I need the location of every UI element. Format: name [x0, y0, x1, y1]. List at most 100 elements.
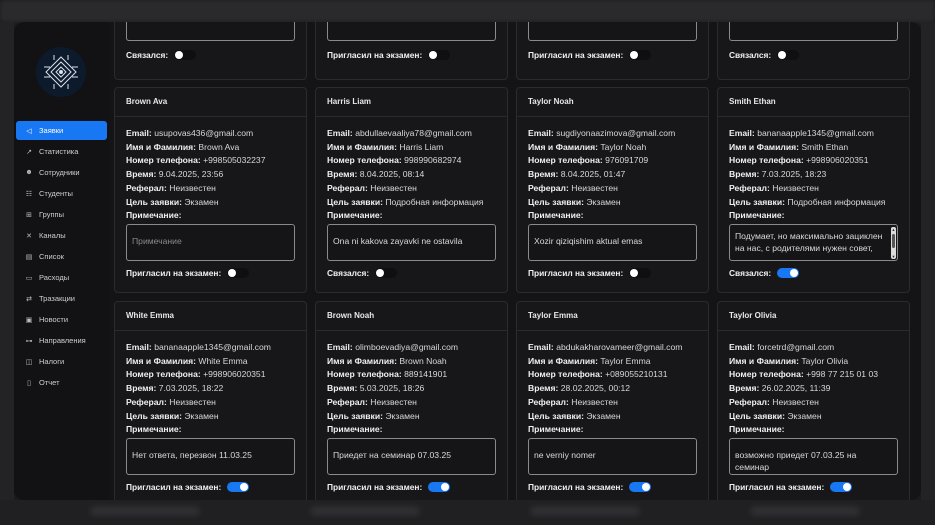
field-email: Email: abdukakharovameer@gmail.com [528, 341, 700, 355]
field-label: Номер телефона: [327, 155, 402, 166]
card-fields: Email: forcetrd@gmail.com Имя и Фамилия: … [729, 341, 901, 437]
field-time: Время: 5.03.2025, 18:26 [327, 382, 499, 396]
toggle-switch[interactable] [629, 50, 652, 60]
field-value: +998906020351 [203, 369, 266, 380]
field-value: Неизвестен [370, 396, 417, 407]
field-label: Номер телефона: [729, 369, 804, 380]
sidebar-item-users[interactable]: ☻ Сотрудники [16, 163, 107, 182]
note-textarea[interactable] [126, 22, 295, 41]
field-label: Время: [126, 383, 157, 394]
backdrop-left [0, 22, 14, 500]
sidebar-item-label: Студенты [39, 189, 73, 198]
requests-grid: Связался: Пригласил на экзамен: Пригласил … [114, 22, 921, 500]
sidebar-item-channels[interactable]: ✕ Каналы [16, 226, 107, 245]
note-heading: Примечание: [327, 209, 499, 223]
field-label: Email: [327, 128, 353, 138]
toggle-label: Связался: [729, 268, 772, 278]
field-referral: Реферал: Неизвестен [327, 396, 499, 410]
field-value: Brown Ava [198, 141, 240, 152]
field-email: Email: bananaapple1345@gmail.com [729, 127, 901, 141]
note-textarea[interactable]: Ona ni kakova zayavki ne ostavila [327, 224, 496, 261]
note-textarea[interactable]: Примечание [126, 224, 295, 261]
field-label: Цель заявки: [126, 410, 182, 421]
field-value: Экзамен [787, 410, 822, 421]
toggle-row: Пригласил на экзамен: [528, 268, 652, 278]
field-phone: Номер телефона: +998906020351 [729, 154, 901, 168]
sidebar-item-report[interactable]: ▯ Отчет [16, 373, 107, 392]
sidebar-item-groups[interactable]: ⊞ Группы [16, 205, 107, 224]
field-label: Номер телефона: [126, 369, 201, 380]
note-textarea[interactable]: возможно приедет 07.03.25 на семинар [729, 438, 898, 475]
field-label: Цель заявки: [729, 410, 785, 421]
toggle-switch[interactable] [830, 482, 853, 492]
field-label: Имя и Фамилия: [126, 141, 196, 152]
sidebar-item-directions[interactable]: ⊶ Направления [16, 331, 107, 350]
note-heading: Примечание: [126, 209, 298, 223]
toggle-row: Связался: [729, 50, 800, 60]
field-label: Номер телефона: [528, 369, 603, 380]
toggle-switch[interactable] [375, 268, 398, 278]
toggle-switch[interactable] [227, 268, 250, 278]
toggle-switch[interactable] [777, 268, 800, 278]
toggle-switch[interactable] [629, 268, 652, 278]
toggle-label: Пригласил на экзамен: [327, 482, 423, 492]
field-label: Примечание: [126, 210, 182, 221]
field-time: Время: 8.04.2025, 01:47 [528, 168, 700, 182]
sidebar-item-label: Заявки [39, 126, 64, 135]
divider [115, 116, 306, 117]
toggle-switch[interactable] [629, 482, 652, 492]
note-textarea[interactable]: Xozir qiziqishim aktual emas [528, 224, 697, 261]
note-textarea[interactable]: Приедет на семинар 07.03.25 [327, 438, 496, 475]
note-textarea[interactable]: Подумает, но максимально зациклен на нас… [729, 224, 898, 261]
sidebar-item-transactions[interactable]: ⇄ Тразакции [16, 289, 107, 308]
field-value: 7.03.2025, 18:23 [761, 169, 827, 180]
sidebar-item-news[interactable]: ▣ Новости [16, 310, 107, 329]
field-label: Номер телефона: [126, 155, 201, 166]
sidebar-item-students[interactable]: ☷ Студенты [16, 184, 107, 203]
note-textarea[interactable] [327, 22, 496, 41]
sidebar-item-send[interactable]: ◁ Заявки [16, 121, 107, 140]
sidebar-item-chart[interactable]: ↗ Статистика [16, 142, 107, 161]
toggle-label: Пригласил на экзамен: [729, 482, 825, 492]
toggle-switch[interactable] [227, 482, 250, 492]
sidebar-item-taxes[interactable]: ◫ Налоги [16, 352, 107, 371]
field-label: Время: [729, 383, 760, 394]
logo-icon [36, 47, 86, 97]
sidebar-item-label: Отчет [39, 378, 60, 387]
note-text: Подумает, но максимально зациклен на нас… [735, 231, 883, 253]
toggle-switch[interactable] [174, 50, 197, 60]
field-label: Реферал: [327, 182, 368, 193]
field-value: 976091709 [605, 155, 649, 166]
note-textarea[interactable]: ne verniy nomer [528, 438, 697, 475]
divider [718, 116, 909, 117]
field-label: Имя и Фамилия: [126, 355, 196, 366]
toggle-switch[interactable] [428, 482, 451, 492]
sidebar-item-expenses[interactable]: ▭ Расходы [16, 268, 107, 287]
card-title: Taylor Olivia [729, 311, 777, 320]
card-fields: Email: sugdiyonaazimova@gmail.com Имя и Ф… [528, 127, 700, 223]
field-label: Реферал: [126, 396, 167, 407]
note-text: ne verniy nomer [534, 450, 596, 460]
field-label: Примечание: [729, 424, 785, 435]
scrollbar[interactable]: ▲ ▼ [891, 227, 896, 259]
field-label: Примечание: [327, 424, 383, 435]
sidebar-item-list[interactable]: ▤ Список [16, 247, 107, 266]
app-window: ◁ Заявки ↗ Статистика ☻ Сотрудники ☷ Студенты ⊞ Г… [14, 22, 921, 500]
toggle-switch[interactable] [428, 50, 451, 60]
send-icon: ◁ [26, 127, 32, 135]
note-textarea[interactable] [729, 22, 898, 41]
toggle-switch[interactable] [777, 50, 800, 60]
field-time: Время: 7.03.2025, 18:22 [126, 382, 298, 396]
divider [718, 330, 909, 331]
card-title: Smith Ethan [729, 97, 776, 106]
field-email: Email: usupovas436@gmail.com [126, 127, 298, 141]
toggle-label: Пригласил на экзамен: [126, 482, 222, 492]
note-textarea[interactable]: Нет ответа, перезвон 11.03.25 [126, 438, 295, 475]
field-value: Неизвестен [571, 182, 618, 193]
note-heading: Примечание: [126, 423, 298, 437]
field-value: Экзамен [184, 410, 219, 421]
request-card-partial: Связался: [717, 22, 910, 80]
field-value: 5.03.2025, 18:26 [359, 383, 425, 394]
note-textarea[interactable] [528, 22, 697, 41]
field-name: Имя и Фамилия: Smith Ethan [729, 141, 901, 155]
